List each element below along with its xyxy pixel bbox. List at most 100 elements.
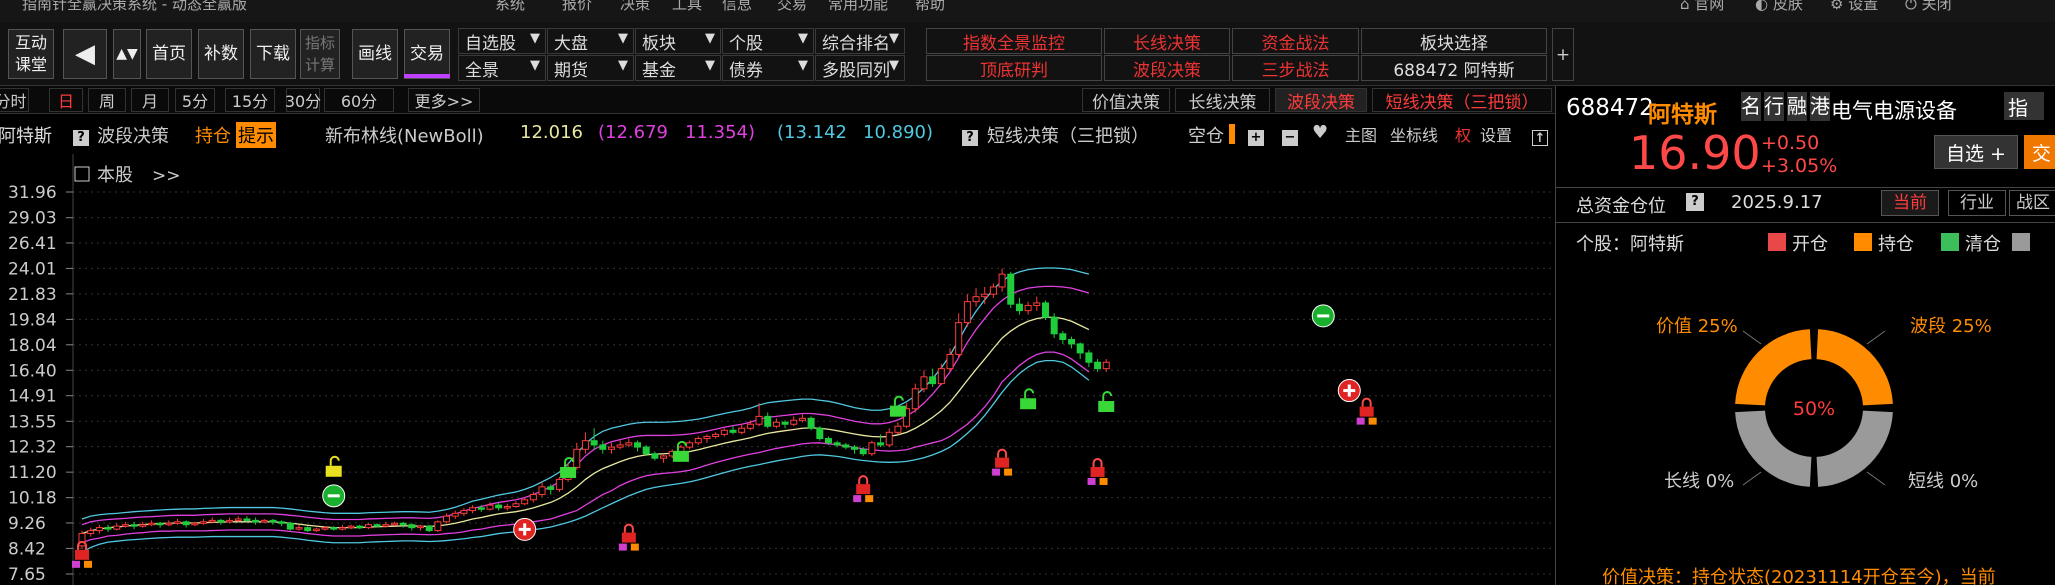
unlock-icon[interactable] bbox=[560, 456, 577, 478]
up-arrow-icon[interactable]: ▲ bbox=[116, 46, 127, 62]
period-tab-0[interactable]: 分时 bbox=[0, 88, 29, 112]
add-tab-button[interactable]: + bbox=[1552, 28, 1574, 81]
period-tab-8[interactable]: 更多>> bbox=[408, 88, 480, 112]
boduan-label[interactable]: 波段决策 bbox=[97, 122, 169, 148]
nav-link-row2-2[interactable]: 三步战法 bbox=[1232, 55, 1359, 81]
trade-button[interactable]: 交 bbox=[2024, 135, 2055, 169]
unlock-icon[interactable] bbox=[1098, 391, 1115, 413]
lock-icon[interactable] bbox=[1087, 457, 1108, 485]
dropdown-row1-2[interactable]: 板块 ▼ bbox=[635, 28, 721, 54]
nav-link-row1-1[interactable]: 长线决策 bbox=[1104, 28, 1230, 54]
dropdown-row2-4[interactable]: 多股同列 ▼ bbox=[815, 55, 905, 81]
dropdown-row2-0[interactable]: 全景 ▼ bbox=[458, 55, 546, 81]
dropdown-row2-2[interactable]: 基金 ▼ bbox=[635, 55, 721, 81]
help-icon[interactable]: ? bbox=[1686, 193, 1704, 211]
period-tab-2[interactable]: 周 bbox=[88, 88, 126, 112]
supplement-data-button[interactable]: 补数 bbox=[198, 29, 244, 79]
candlestick bbox=[434, 520, 442, 533]
menu-item[interactable]: 工具 bbox=[672, 0, 702, 14]
add-watchlist-button[interactable]: 自选 + bbox=[1934, 135, 2018, 169]
unlock-icon[interactable] bbox=[325, 455, 342, 477]
decision-tab-0[interactable]: 价值决策 bbox=[1082, 88, 1170, 113]
trade-button[interactable]: 交易 bbox=[404, 29, 450, 79]
up-down-arrows[interactable]: ▲ ▼ bbox=[113, 29, 141, 79]
stock-tag-1[interactable]: 行 bbox=[1764, 92, 1784, 121]
indicator-calc-button[interactable]: 指标计算 bbox=[300, 29, 340, 79]
minus-circle-icon[interactable] bbox=[322, 484, 346, 508]
position-tab-2[interactable]: 战区 bbox=[2009, 190, 2055, 216]
back-arrow-icon[interactable]: ◀ bbox=[63, 29, 107, 79]
period-tab-7[interactable]: 60分 bbox=[324, 88, 394, 112]
unlock-icon[interactable] bbox=[1020, 388, 1037, 410]
settings-link[interactable]: 设置 bbox=[1480, 122, 1512, 146]
nav-link-row2-0[interactable]: 顶底研判 bbox=[926, 55, 1102, 81]
skin-button[interactable]: ◐ 皮肤 bbox=[1755, 0, 1803, 14]
nav-link-row1-0[interactable]: 指数全景监控 bbox=[926, 28, 1102, 54]
draw-line-button[interactable]: 画线 bbox=[352, 29, 398, 79]
dropdown-row1-3[interactable]: 个股 ▼ bbox=[722, 28, 814, 54]
lock-icon[interactable] bbox=[853, 475, 874, 503]
nav-link-row1-2[interactable]: 资金战法 bbox=[1232, 28, 1359, 54]
stock-tag-2[interactable]: 融 bbox=[1787, 92, 1807, 121]
coord-line-button[interactable]: 坐标线 bbox=[1390, 122, 1438, 146]
candlestick bbox=[1007, 271, 1015, 309]
menu-item[interactable]: 决策 bbox=[620, 0, 650, 14]
main-chart-button[interactable]: 主图 bbox=[1345, 122, 1377, 146]
menu-item[interactable]: 常用功能 bbox=[828, 0, 888, 14]
unlock-icon[interactable] bbox=[672, 440, 689, 462]
industry-label[interactable]: 电气电源设备 bbox=[1831, 95, 1957, 125]
hint-badge[interactable]: 提示 bbox=[236, 122, 276, 148]
position-tab-1[interactable]: 行业 bbox=[1948, 190, 2006, 216]
candlestick bbox=[894, 422, 902, 435]
close-button[interactable]: ⏻ 关闭 bbox=[1905, 0, 1952, 14]
dropdown-row2-3[interactable]: 债券 ▼ bbox=[722, 55, 814, 81]
home-button[interactable]: 首页 bbox=[146, 29, 192, 79]
boll-mid-value: 12.016 bbox=[520, 122, 583, 143]
more-button[interactable]: 指 bbox=[2004, 92, 2044, 120]
menu-item[interactable]: 系统 bbox=[495, 0, 525, 14]
unlock-icon[interactable] bbox=[889, 395, 906, 417]
interactive-class-button[interactable]: 互动课堂 bbox=[8, 29, 54, 79]
dropdown-row1-1[interactable]: 大盘 ▼ bbox=[547, 28, 634, 54]
menu-item[interactable]: 帮助 bbox=[915, 0, 945, 14]
benggu-label[interactable]: 本股 bbox=[97, 165, 133, 186]
heart-icon[interactable]: ♥ bbox=[1312, 122, 1328, 143]
expand-arrows[interactable]: >> bbox=[152, 166, 181, 186]
rights-button[interactable]: 权 bbox=[1455, 122, 1471, 146]
minus-circle-icon[interactable] bbox=[1311, 304, 1335, 328]
menu-item[interactable]: 交易 bbox=[777, 0, 807, 14]
short-decision-label[interactable]: 短线决策（三把锁） bbox=[987, 122, 1149, 148]
decision-tab-1[interactable]: 长线决策 bbox=[1175, 88, 1270, 113]
plus-circle-icon[interactable] bbox=[1337, 379, 1361, 403]
position-tab-0[interactable]: 当前 bbox=[1881, 190, 1939, 216]
lock-icon[interactable] bbox=[992, 448, 1013, 476]
period-tab-5[interactable]: 15分 bbox=[225, 88, 275, 112]
lock-icon[interactable] bbox=[618, 523, 639, 551]
checkbox[interactable] bbox=[74, 166, 90, 182]
nav-link-row1-3[interactable]: 板块选择 bbox=[1361, 28, 1547, 54]
dropdown-row2-1[interactable]: 期货 ▼ bbox=[547, 55, 634, 81]
indicator-name[interactable]: 新布林线(NewBoll) bbox=[325, 122, 484, 148]
down-arrow-icon[interactable]: ▼ bbox=[127, 46, 138, 62]
period-tab-3[interactable]: 月 bbox=[131, 88, 169, 112]
official-site-link[interactable]: ⌂ 官网 bbox=[1680, 0, 1724, 14]
stock-tag-3[interactable]: 港 bbox=[1810, 92, 1830, 121]
menu-item[interactable]: 报价 bbox=[562, 0, 592, 14]
download-button[interactable]: 下载 bbox=[250, 29, 296, 79]
plus-circle-icon[interactable] bbox=[513, 517, 537, 541]
leader-line bbox=[1742, 471, 1762, 486]
dropdown-row1-4[interactable]: 综合排名 ▼ bbox=[815, 28, 905, 54]
kline-chart[interactable]: 31.96 29.03 26.41 24.01 21.83 19.84 18.04 16.40… bbox=[0, 154, 1555, 585]
lock-icon[interactable] bbox=[1356, 397, 1377, 425]
decision-tab-3[interactable]: 短线决策（三把锁） bbox=[1372, 88, 1552, 113]
period-tab-1[interactable]: 日 bbox=[49, 88, 83, 112]
period-tab-6[interactable]: 30分 bbox=[285, 88, 321, 112]
dropdown-row1-0[interactable]: 自选股 ▼ bbox=[458, 28, 546, 54]
stock-tag-0[interactable]: 名 bbox=[1741, 92, 1761, 121]
nav-link-row2-3[interactable]: 688472 阿特斯 bbox=[1361, 55, 1547, 81]
nav-link-row2-1[interactable]: 波段决策 bbox=[1104, 55, 1230, 81]
decision-tab-2[interactable]: 波段决策 bbox=[1275, 88, 1367, 113]
menu-item[interactable]: 信息 bbox=[722, 0, 752, 14]
settings-button[interactable]: ⚙ 设置 bbox=[1830, 0, 1878, 14]
period-tab-4[interactable]: 5分 bbox=[175, 88, 215, 112]
